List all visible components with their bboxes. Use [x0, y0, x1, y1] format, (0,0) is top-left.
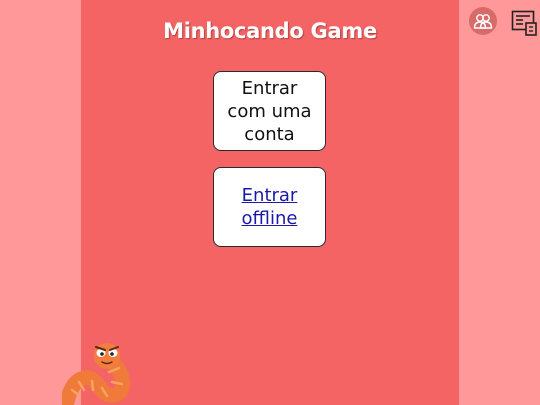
worm-mascot [62, 343, 131, 405]
game-title: Minhocando Game [163, 19, 377, 43]
ranking-button[interactable] [469, 7, 497, 35]
news-button[interactable] [511, 10, 539, 38]
login-button[interactable]: Entrar com uma conta [213, 71, 326, 151]
main-panel: Minhocando Game Entrar com uma conta Ent… [81, 0, 459, 405]
people-icon [473, 14, 493, 29]
offline-button-label[interactable]: Entrar offline [220, 184, 319, 230]
news-icon [511, 10, 537, 36]
game-screen: Minhocando Game Entrar com uma conta Ent… [0, 0, 540, 405]
offline-button[interactable]: Entrar offline [213, 167, 326, 247]
login-button-label: Entrar com uma conta [227, 77, 312, 145]
